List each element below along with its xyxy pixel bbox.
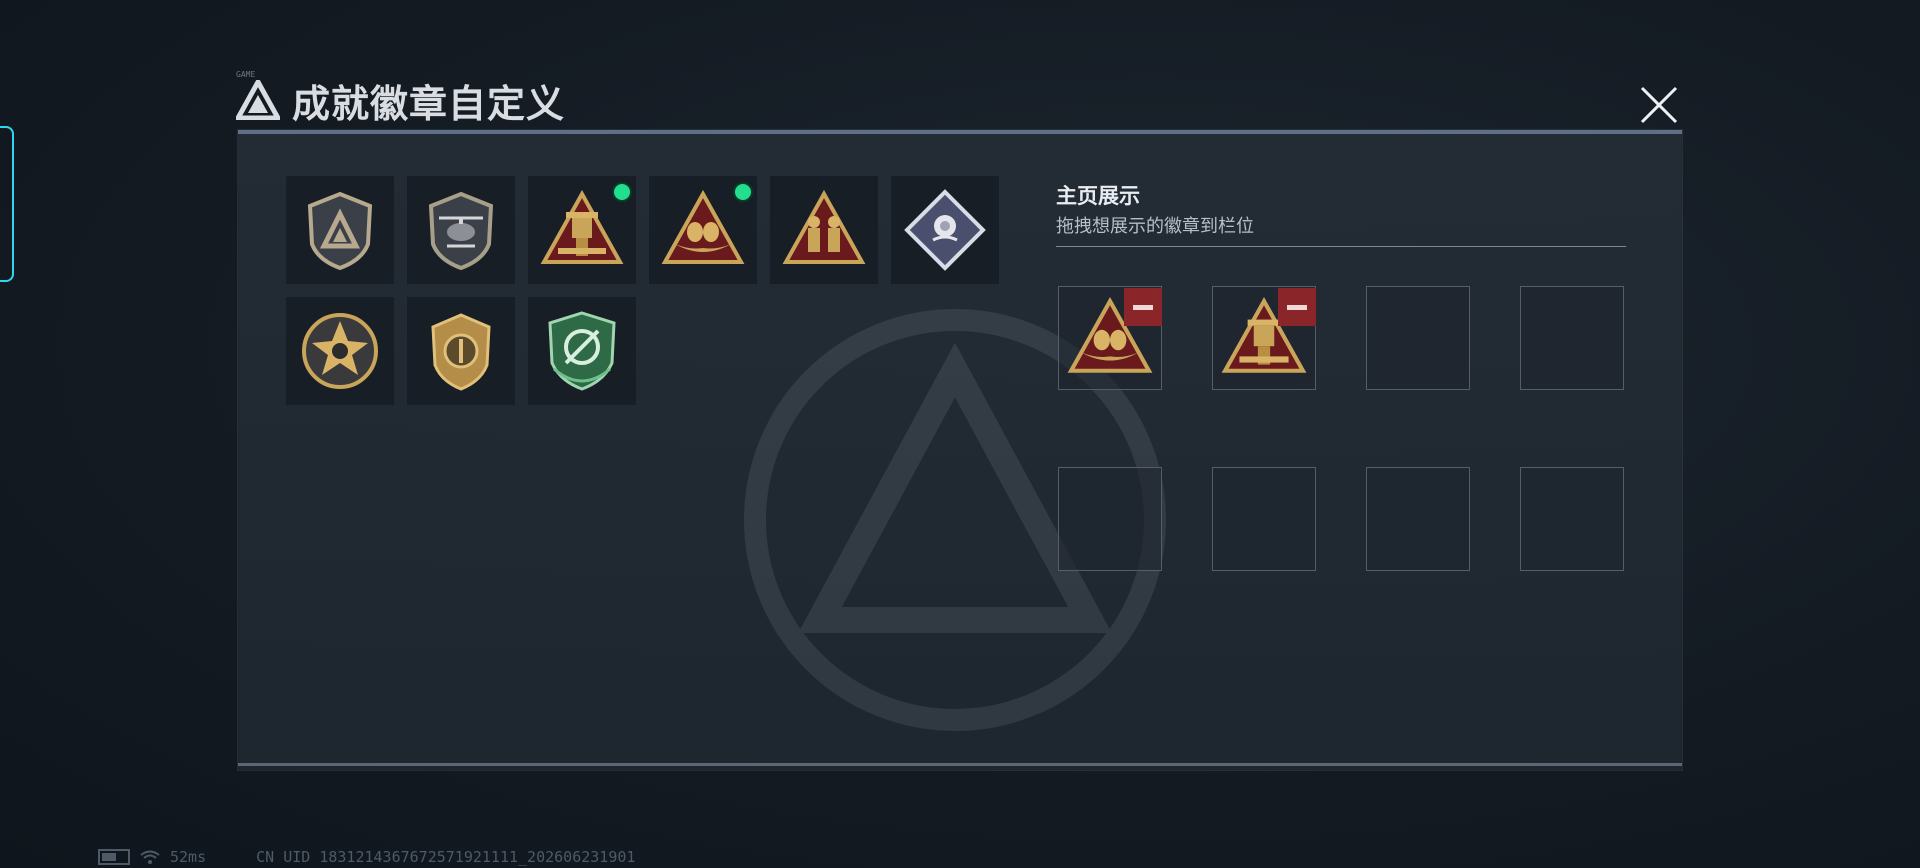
minus-icon [1133, 304, 1153, 310]
badge-slot[interactable] [286, 297, 394, 405]
badge-inventory [286, 176, 1006, 405]
close-icon[interactable] [1634, 82, 1684, 128]
showcase-slot-3[interactable] [1366, 286, 1470, 390]
page-title: 成就徽章自定义 [292, 83, 566, 126]
helicopter-shield-badge-icon [428, 191, 494, 271]
showcase-slot-4[interactable] [1520, 286, 1624, 390]
status-bar: 52ms CN UID 1831214367672571921111_20260… [98, 848, 635, 866]
uid-text: CN UID 1831214367672571921111_2026062319… [256, 848, 636, 866]
triangle-logo-icon [236, 80, 280, 120]
silver-rose-diamond-badge-icon [904, 189, 986, 271]
side-panel-tab[interactable] [0, 126, 14, 282]
badge-slot[interactable] [407, 297, 515, 405]
remove-badge-button[interactable] [1124, 288, 1162, 326]
gold-soldiers-triangle-badge-icon [782, 189, 866, 264]
gold-star-skull-badge-icon [302, 313, 378, 389]
showcase-slot-5[interactable] [1058, 467, 1162, 571]
wifi-icon [140, 850, 160, 864]
showcase-slot-8[interactable] [1520, 467, 1624, 571]
badge-slot[interactable] [407, 176, 515, 284]
showcase-slot-7[interactable] [1366, 467, 1470, 571]
panel-divider [238, 763, 1682, 766]
badge-slot[interactable] [770, 176, 878, 284]
minus-icon [1287, 304, 1307, 310]
badge-slot[interactable] [528, 176, 636, 284]
badge-slot[interactable] [649, 176, 757, 284]
showcase-title: 主页展示 [1056, 185, 1140, 208]
battery-icon [98, 849, 130, 865]
green-target-shield-badge-icon [548, 311, 616, 391]
showcase-subtitle: 拖拽想展示的徽章到栏位 [1056, 216, 1254, 236]
badge-slot[interactable] [891, 176, 999, 284]
gold-eggs-triangle-badge-icon [661, 189, 745, 264]
badge-slot[interactable] [286, 176, 394, 284]
remove-badge-button[interactable] [1278, 288, 1316, 326]
gold-shield-emblem-badge-icon [431, 313, 491, 391]
showcase-divider [1056, 246, 1626, 247]
showcase-slot-1[interactable] [1058, 286, 1162, 390]
new-indicator-dot [614, 184, 630, 200]
new-indicator-dot [735, 184, 751, 200]
gold-robot-triangle-badge-icon [540, 189, 624, 264]
showcase-slot-6[interactable] [1212, 467, 1316, 571]
showcase-slot-2[interactable] [1212, 286, 1316, 390]
header: 成就徽章自定义 [236, 72, 565, 128]
ping-text: 52ms [170, 848, 207, 866]
badge-slot[interactable] [528, 297, 636, 405]
triangle-shield-badge-icon [307, 191, 373, 271]
